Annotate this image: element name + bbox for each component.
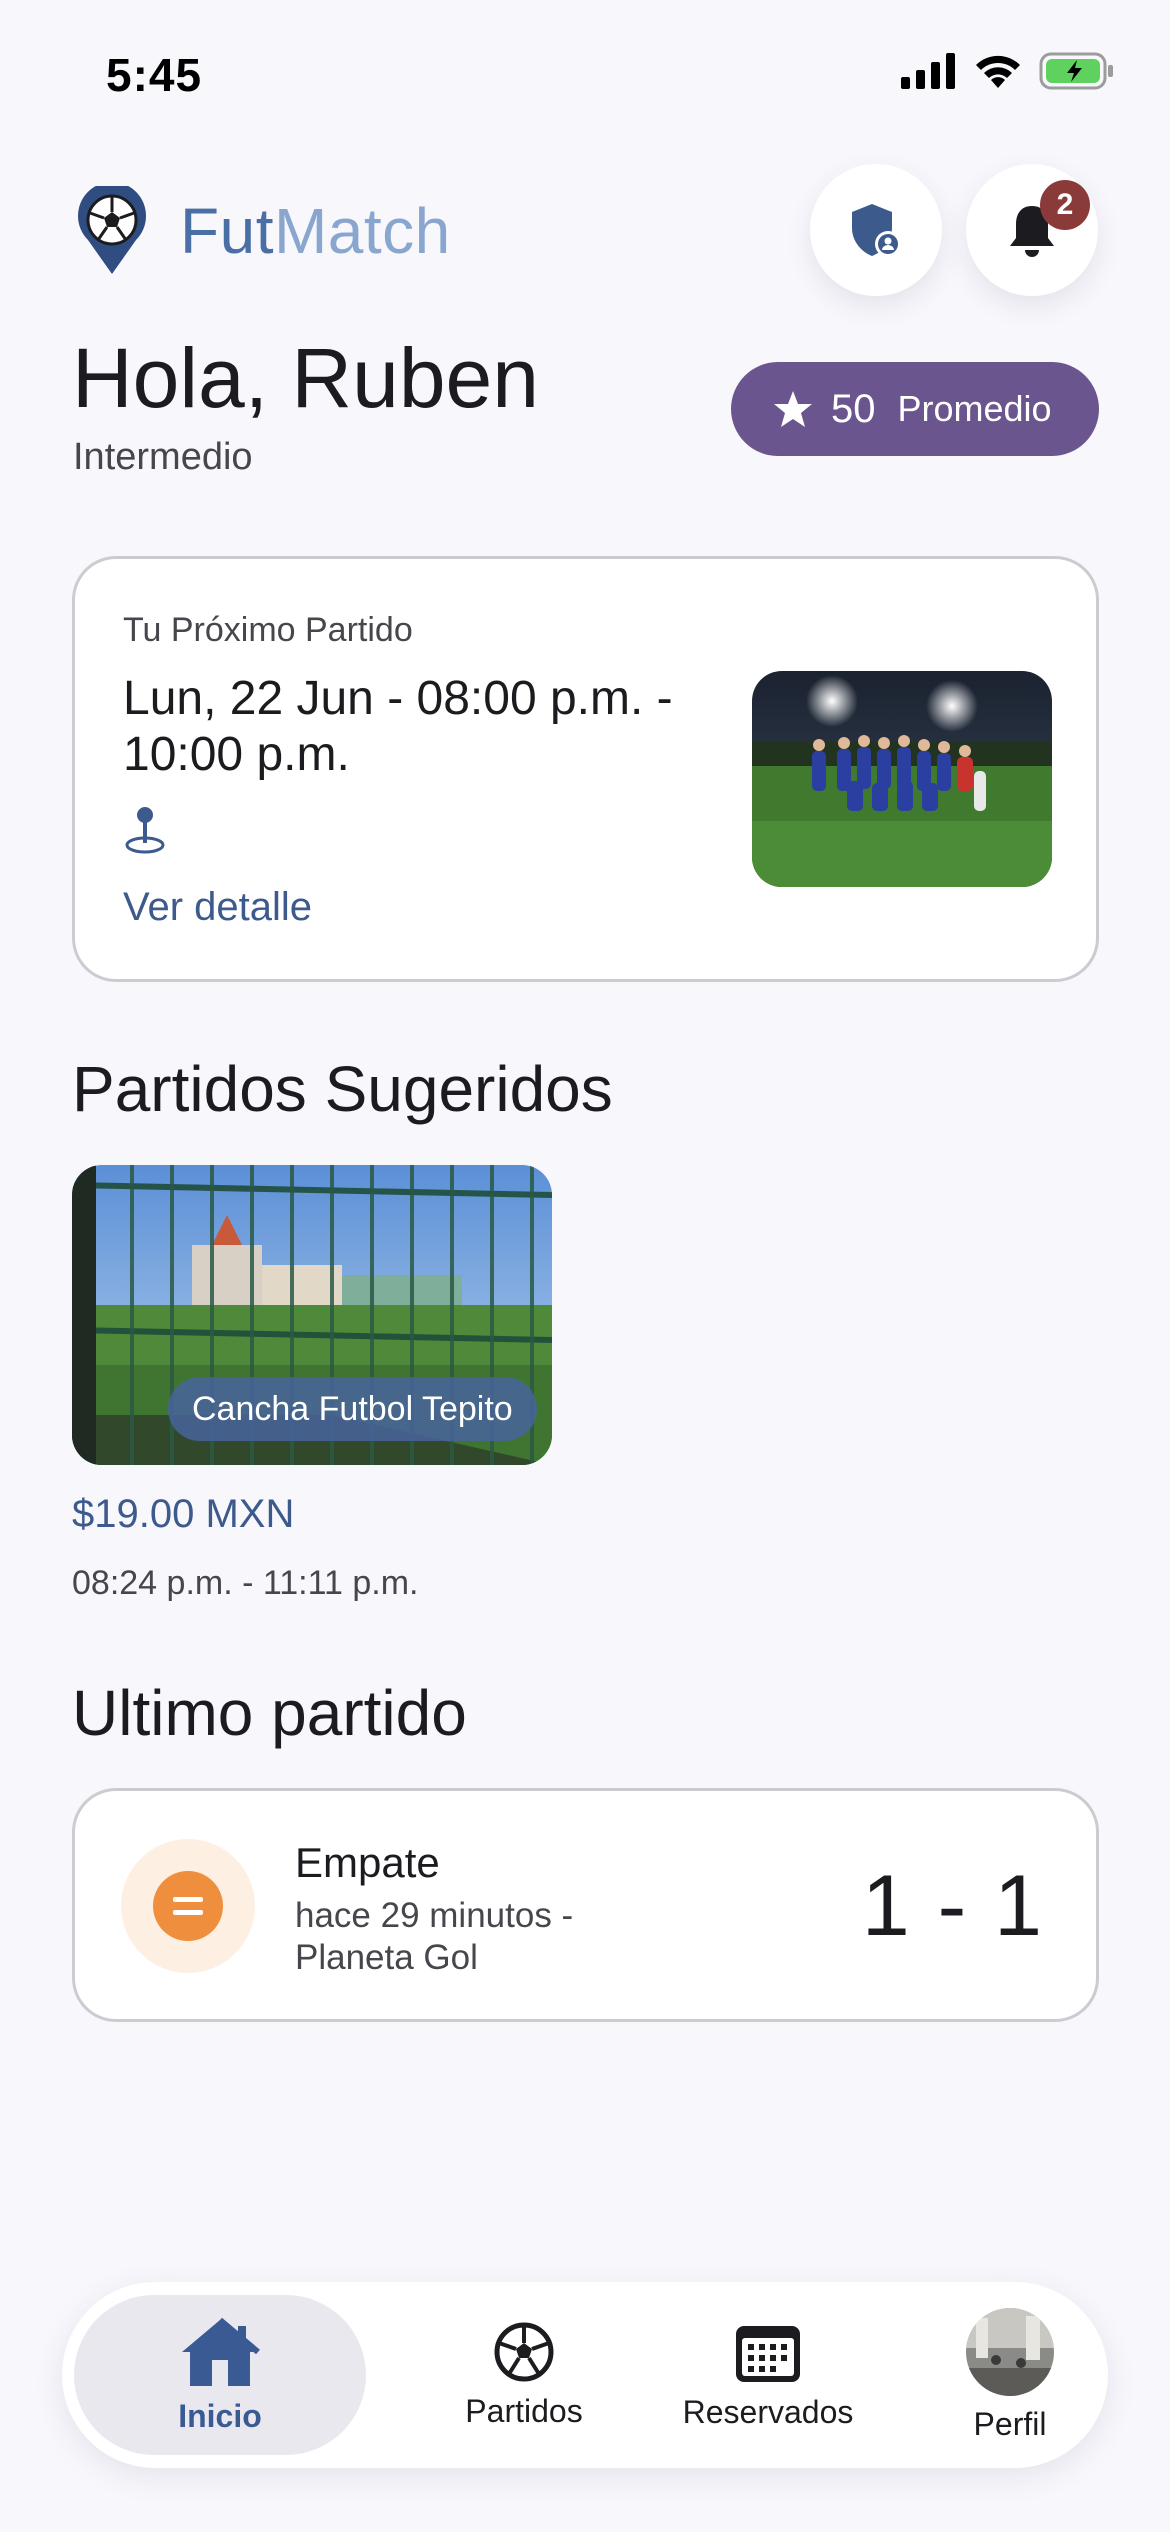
status-time: 5:45 xyxy=(106,49,203,101)
view-detail-link[interactable]: Ver detalle xyxy=(123,885,312,930)
nav-item-partidos[interactable]: Partidos xyxy=(392,2282,656,2468)
nav-label-inicio: Inicio xyxy=(178,2397,262,2434)
status-icons xyxy=(901,52,1115,90)
brand: FutMatch xyxy=(74,186,451,276)
next-match-label: Tu Próximo Partido xyxy=(123,611,413,649)
next-match-datetime: Lun, 22 Jun - 08:00 p.m. - 10:00 p.m. xyxy=(123,672,673,781)
suggested-price: $19.00 MXN xyxy=(72,1492,295,1536)
result-meta: hace 29 minutos - Planeta Gol xyxy=(295,1896,574,1977)
suggested-match-card[interactable]: Cancha Futbol Tepito xyxy=(72,1165,552,1465)
field-name-chip: Cancha Futbol Tepito xyxy=(168,1377,537,1441)
soccer-pin-logo-icon xyxy=(78,186,146,274)
shield-user-icon xyxy=(852,204,901,257)
notification-count-badge: 2 xyxy=(1040,180,1090,230)
admin-shield-button[interactable] xyxy=(810,164,942,296)
nav-item-reservados[interactable]: Reservados xyxy=(628,2282,908,2468)
match-score: 1 - 1 xyxy=(861,1858,1044,1954)
nav-item-inicio[interactable]: Inicio xyxy=(74,2295,366,2455)
equals-icon xyxy=(173,1897,203,1915)
soccer-ball-icon xyxy=(494,2322,554,2381)
home-icon xyxy=(182,2317,260,2386)
team-photo xyxy=(752,671,1052,887)
star-icon xyxy=(774,391,812,427)
signal-icon xyxy=(901,53,955,89)
result-label: Empate xyxy=(295,1839,440,1886)
location-pin-icon xyxy=(125,807,165,854)
battery-icon xyxy=(1039,52,1113,90)
last-match-card[interactable]: Empate hace 29 minutos - Planeta Gol 1 -… xyxy=(72,1788,1099,2022)
suggested-time: 08:24 p.m. - 11:11 p.m. xyxy=(72,1564,419,1602)
suggested-section-title: Partidos Sugeridos xyxy=(72,1053,613,1125)
nav-label-partidos: Partidos xyxy=(465,2392,583,2429)
bottom-navigation: Inicio Partidos Reservados Perfil xyxy=(62,2282,1108,2468)
rating-label: Promedio xyxy=(897,388,1052,429)
next-match-card[interactable]: Tu Próximo Partido Lun, 22 Jun - 08:00 p… xyxy=(72,556,1099,982)
last-match-section-title: Ultimo partido xyxy=(72,1677,467,1749)
nav-item-perfil[interactable]: Perfil xyxy=(898,2282,1122,2468)
calendar-icon xyxy=(736,2325,800,2382)
wifi-icon xyxy=(976,55,1020,88)
rating-pill[interactable]: 50 Promedio xyxy=(731,362,1099,456)
draw-result-icon xyxy=(121,1839,255,1973)
nav-label-perfil: Perfil xyxy=(973,2405,1047,2442)
player-level: Intermedio xyxy=(73,436,253,478)
avatar xyxy=(966,2307,1054,2396)
status-bar: 5:45 xyxy=(0,0,1170,150)
rating-value: 50 xyxy=(831,386,876,431)
brand-name: FutMatch xyxy=(180,195,451,267)
nav-label-reservados: Reservados xyxy=(682,2393,854,2430)
greeting-title: Hola, Ruben xyxy=(72,331,539,425)
notifications-button[interactable]: 2 xyxy=(966,164,1098,296)
